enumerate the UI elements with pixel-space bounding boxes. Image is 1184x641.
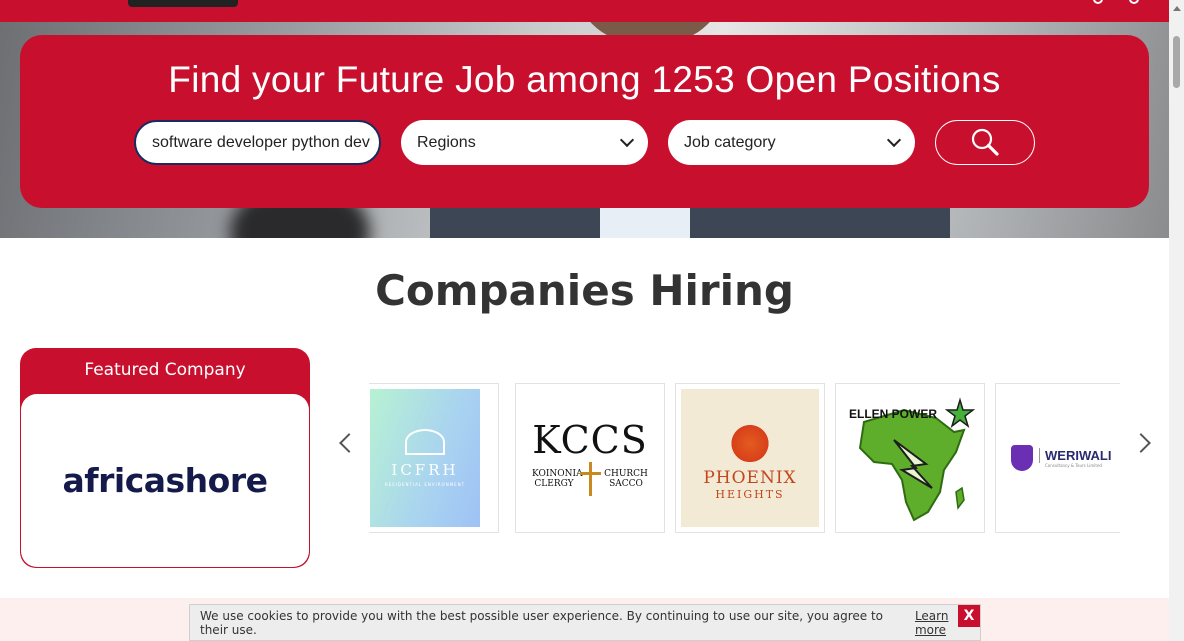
scroll-up-icon[interactable] xyxy=(1173,6,1181,11)
top-bar xyxy=(0,0,1169,22)
page-scrollbar[interactable] xyxy=(1169,0,1184,641)
company-tile-icfrh[interactable]: ICFRH RESIDENTIAL ENVIRONMENT xyxy=(369,383,499,533)
shield-icon xyxy=(1011,445,1033,471)
lotus-icon xyxy=(405,429,445,455)
company-logo-text: ICFRH xyxy=(391,461,459,479)
company-logo-text: KCCS xyxy=(532,418,648,462)
company-logo-subtext: CHURCH SACCO xyxy=(604,469,648,489)
cookie-banner: We use cookies to provide you with the b… xyxy=(189,604,981,641)
search-icon xyxy=(971,128,999,156)
company-logo-tagline: RESIDENTIAL ENVIRONMENT xyxy=(384,482,466,487)
top-icons xyxy=(1093,0,1139,4)
carousel-prev-icon[interactable] xyxy=(339,433,359,453)
regions-select[interactable]: Regions xyxy=(401,120,648,165)
company-logo-text: PHOENIX xyxy=(703,467,797,488)
search-button[interactable] xyxy=(935,120,1035,165)
chevron-down-icon xyxy=(886,132,902,148)
cookie-text: We use cookies to provide you with the b… xyxy=(200,608,884,637)
login-icon[interactable] xyxy=(1129,0,1139,4)
company-tile-weriwali[interactable]: WERIWALI Consultancy & Tours Limited xyxy=(995,383,1120,533)
company-tile-phoenix-heights[interactable]: PHOENIX HEIGHTS xyxy=(675,383,825,533)
user-icon[interactable] xyxy=(1093,0,1103,4)
page: Find your Future Job among 1253 Open Pos… xyxy=(0,0,1184,641)
cross-icon xyxy=(580,462,601,496)
companies-carousel: ICFRH RESIDENTIAL ENVIRONMENT KCCS KOINO… xyxy=(369,383,1120,533)
company-logo-text: ELLEN POWER xyxy=(849,407,938,421)
job-category-select-label: Job category xyxy=(684,133,776,151)
phoenix-icon xyxy=(731,415,769,462)
carousel-next-icon[interactable] xyxy=(1131,433,1151,453)
company-logo-subtext: HEIGHTS xyxy=(715,487,785,501)
keyword-search-input[interactable]: software developer python dev xyxy=(134,120,381,165)
keyword-value: software developer python dev xyxy=(152,133,370,151)
cookie-close-button[interactable]: X xyxy=(958,605,980,627)
regions-select-label: Regions xyxy=(417,133,476,151)
companies-hiring-title: Companies Hiring xyxy=(375,266,794,315)
company-tile-ellen-power[interactable]: ELLEN POWER xyxy=(835,383,985,533)
job-category-select[interactable]: Job category xyxy=(668,120,915,165)
featured-company-label: Featured Company xyxy=(84,360,246,380)
company-logo-text: WERIWALI xyxy=(1039,448,1111,463)
hero-title: Find your Future Job among 1253 Open Pos… xyxy=(168,59,1001,100)
featured-company-card[interactable]: Featured Company africashore xyxy=(20,348,310,568)
featured-company-name: africashore xyxy=(62,461,268,500)
search-card: Find your Future Job among 1253 Open Pos… xyxy=(20,35,1149,208)
company-logo-subtext: KOINONIA CLERGY xyxy=(532,469,583,489)
company-tile-kccs[interactable]: KCCS KOINONIA CLERGY CHURCH SACCO xyxy=(515,383,665,533)
featured-company-logo[interactable]: africashore xyxy=(21,394,309,567)
chevron-down-icon xyxy=(619,132,635,148)
company-logo-subtext: Consultancy & Tours Limited xyxy=(1045,463,1102,468)
scrollbar-thumb[interactable] xyxy=(1173,36,1180,88)
site-logo[interactable] xyxy=(128,0,238,7)
